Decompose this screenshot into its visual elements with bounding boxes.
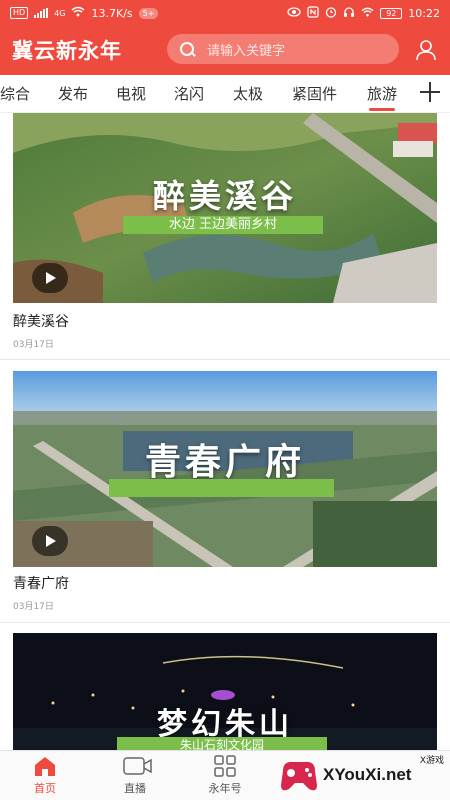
grid-icon: [213, 755, 237, 777]
signal-icon: [34, 8, 49, 18]
nfc-icon: [307, 6, 319, 21]
battery-indicator: 92: [380, 8, 403, 19]
thumbnail-bar: [109, 479, 334, 497]
network-type: 4G: [54, 8, 66, 18]
video-thumbnail[interactable]: 青春广府: [13, 371, 437, 567]
wifi-icon-right: [361, 7, 374, 20]
notification-badge: 5+: [138, 7, 159, 19]
add-tab-icon[interactable]: [418, 80, 442, 104]
nav-live-label: 直播: [124, 782, 146, 795]
tab-mingshan[interactable]: 洺闪: [174, 83, 204, 104]
watermark-logo: X游戏 XYouXi.net: [275, 753, 450, 799]
nav-home-label: 首页: [34, 782, 56, 795]
live-camera-icon: [123, 755, 152, 777]
headphone-icon: [343, 6, 355, 21]
thumbnail-subtitle: 朱山石刻文化园: [117, 737, 327, 750]
tab-fasteners[interactable]: 紧固件: [292, 83, 337, 104]
hd-badge: HD: [10, 7, 29, 19]
eye-icon: [287, 7, 301, 20]
category-tabs: 综合 发布 电视 洺闪 太极 紧固件 旅游: [0, 75, 450, 113]
bottom-nav: 首页 直播 永年号 X游戏 XYouXi.net: [0, 750, 450, 800]
tab-publish[interactable]: 发布: [58, 83, 88, 104]
video-thumbnail[interactable]: 梦幻朱山 朱山石刻文化园: [13, 633, 437, 750]
watermark-small-text: X游戏: [419, 756, 444, 766]
nav-live[interactable]: 直播: [105, 755, 165, 796]
card-title[interactable]: 青春广府: [13, 573, 69, 593]
play-icon[interactable]: [32, 263, 68, 293]
play-icon[interactable]: [32, 526, 68, 556]
tab-tv[interactable]: 电视: [116, 83, 146, 104]
news-feed: 醉美溪谷 水边 王边美丽乡村 醉美溪谷 03月17日 青春广府 青春广府 03月…: [0, 113, 450, 750]
nav-yongnian-hao-label: 永年号: [208, 782, 242, 795]
tab-travel[interactable]: 旅游: [367, 83, 397, 111]
alarm-icon: [325, 6, 337, 21]
thumbnail-title: 醉美溪谷: [152, 177, 297, 215]
app-screen: HD 4G 13.7K/s 5+ 92 10:22 冀云新永年 请输入关键字 综…: [0, 0, 450, 800]
search-input[interactable]: 请输入关键字: [167, 34, 399, 64]
tab-comprehensive[interactable]: 综合: [0, 83, 30, 104]
card-date: 03月17日: [13, 602, 54, 612]
watermark-text: XYouXi.net: [323, 765, 412, 784]
search-placeholder: 请输入关键字: [207, 43, 286, 59]
nav-home[interactable]: 首页: [15, 755, 75, 796]
app-title: 冀云新永年: [12, 39, 122, 63]
divider: [0, 622, 450, 623]
clock: 10:22: [408, 7, 440, 20]
status-bar: HD 4G 13.7K/s 5+ 92 10:22: [0, 0, 450, 26]
divider: [0, 359, 450, 360]
gamepad-icon: [281, 761, 317, 791]
tab-taiji[interactable]: 太极: [233, 83, 263, 104]
card-date: 03月17日: [13, 340, 54, 350]
thumbnail-title: 青春广府: [144, 441, 305, 483]
wifi-icon: [71, 6, 85, 20]
video-thumbnail[interactable]: 醉美溪谷 水边 王边美丽乡村: [13, 113, 437, 303]
nav-yongnian-hao[interactable]: 永年号: [195, 755, 255, 796]
search-icon: [167, 34, 197, 64]
card-title[interactable]: 醉美溪谷: [13, 311, 69, 331]
app-header: 冀云新永年 请输入关键字: [0, 26, 450, 75]
thumbnail-subtitle: 水边 王边美丽乡村: [123, 216, 323, 234]
network-speed: 13.7K/s: [91, 6, 133, 20]
user-profile-icon[interactable]: [414, 38, 438, 62]
top-bar: HD 4G 13.7K/s 5+ 92 10:22 冀云新永年 请输入关键字: [0, 0, 450, 75]
home-icon: [33, 755, 57, 777]
